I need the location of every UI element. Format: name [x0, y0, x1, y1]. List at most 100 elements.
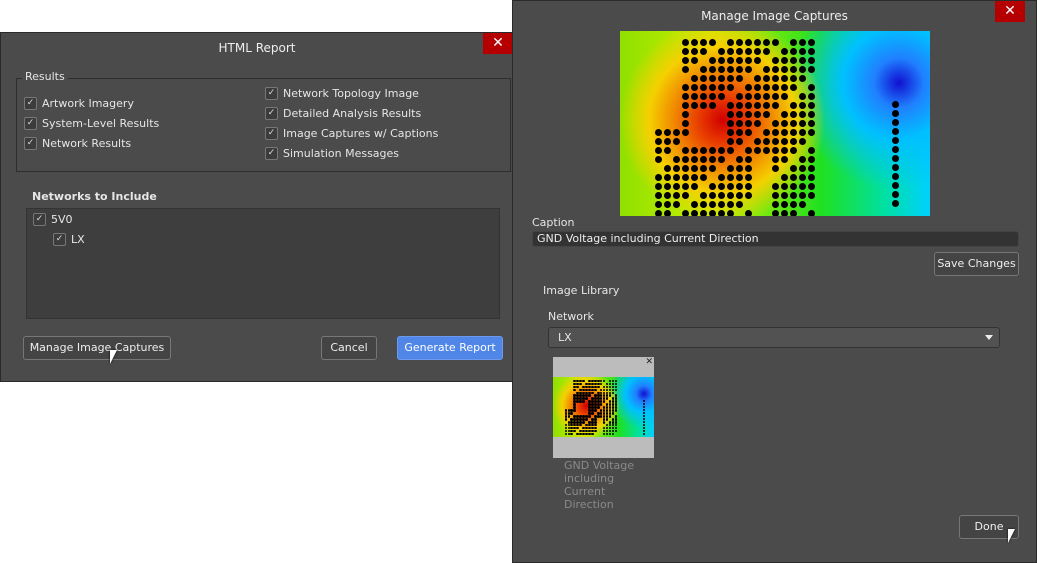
checkbox-simulation-messages[interactable]: ✓ Simulation Messages [265, 147, 399, 160]
via-dot [594, 385, 597, 388]
caption-input[interactable]: GND Voltage including Current Direction [532, 231, 1019, 247]
checkbox-system-level-results[interactable]: ✓ System-Level Results [24, 117, 159, 130]
via-dot [808, 111, 815, 118]
via-dot [745, 57, 752, 64]
via-dot [579, 415, 582, 418]
generate-report-button[interactable]: Generate Report [397, 336, 503, 360]
via-dot [594, 400, 597, 403]
via-dot [564, 415, 567, 418]
thumbnail-close-icon[interactable]: ✕ [645, 357, 653, 367]
via-dot [781, 66, 788, 73]
via-dot [736, 102, 743, 109]
via-dot [718, 75, 725, 82]
via-dot [763, 102, 770, 109]
via-dot [781, 210, 788, 216]
manage-image-captures-button[interactable]: Manage Image Captures [23, 336, 171, 360]
via-dot [642, 420, 646, 424]
checkbox-network-results[interactable]: ✓ Network Results [24, 137, 131, 150]
via-dot [573, 430, 576, 433]
thumbnail-caption: GND Voltage including Current Direction [564, 459, 634, 511]
via-dot [597, 385, 600, 388]
via-dot [582, 418, 585, 421]
checkbox-label: Simulation Messages [283, 147, 400, 160]
via-dot [603, 400, 606, 403]
via-dot [573, 418, 576, 421]
via-dot [591, 430, 594, 433]
via-dot [606, 391, 609, 394]
via-dot [594, 421, 597, 424]
thumbnail-item[interactable]: ✕ [553, 357, 654, 458]
network-select[interactable]: LX [548, 327, 1000, 348]
via-dot [808, 165, 815, 172]
via-dot [591, 421, 594, 424]
tree-item-5v0[interactable]: ✓ 5V0 [33, 213, 73, 226]
via-dot [609, 391, 612, 394]
via-dot [799, 201, 806, 208]
tree-item-lx[interactable]: ✓ LX [53, 233, 85, 246]
via-dot [709, 75, 716, 82]
check-icon: ✓ [24, 97, 37, 110]
checkbox-artwork-imagery[interactable]: ✓ Artwork Imagery [24, 97, 134, 110]
via-dot [763, 84, 770, 91]
via-dot [564, 433, 567, 436]
via-dot [718, 57, 725, 64]
via-dot [700, 75, 707, 82]
via-dot [808, 156, 815, 163]
via-dot [615, 415, 618, 418]
via-dot [727, 138, 734, 145]
save-changes-button[interactable]: Save Changes [934, 252, 1019, 276]
via-dot [892, 155, 899, 162]
checkbox-detailed-analysis-results[interactable]: ✓ Detailed Analysis Results [265, 107, 421, 120]
via-dot [781, 156, 788, 163]
via-dot [579, 424, 582, 427]
via-dot [745, 210, 752, 216]
via-dot [790, 84, 797, 91]
via-dot [606, 427, 609, 430]
via-dot [754, 93, 761, 100]
close-button[interactable]: ✕ [995, 1, 1025, 22]
via-dot [745, 48, 752, 55]
via-dot [606, 418, 609, 421]
via-dot [709, 66, 716, 73]
checkbox-image-captures[interactable]: ✓ Image Captures w/ Captions [265, 127, 438, 140]
via-dot [736, 66, 743, 73]
via-dot [700, 165, 707, 172]
via-dot [673, 201, 680, 208]
via-dot [700, 93, 707, 100]
via-dot [655, 183, 662, 190]
via-dot [594, 403, 597, 406]
via-dot [808, 66, 815, 73]
via-dot [612, 382, 615, 385]
via-dot [576, 433, 579, 436]
via-dot [588, 406, 591, 409]
via-dot [790, 165, 797, 172]
via-dot [609, 388, 612, 391]
via-dot [603, 385, 606, 388]
via-dot [642, 417, 646, 421]
via-dot [588, 415, 591, 418]
via-dot [682, 93, 689, 100]
via-dot [799, 120, 806, 127]
via-dot [585, 382, 588, 385]
via-dot [709, 57, 716, 64]
via-dot [600, 412, 603, 415]
via-dot [763, 93, 770, 100]
via-dot [745, 174, 752, 181]
via-dot [615, 388, 618, 391]
close-button[interactable]: ✕ [483, 33, 513, 54]
cancel-button[interactable]: Cancel [321, 336, 377, 360]
via-dot [727, 66, 734, 73]
via-dot [664, 183, 671, 190]
via-dot [588, 433, 591, 436]
via-dot [582, 433, 585, 436]
via-dot [781, 48, 788, 55]
via-dot [576, 385, 579, 388]
via-dot [603, 391, 606, 394]
via-dot [600, 403, 603, 406]
via-dot [799, 192, 806, 199]
checkbox-network-topology-image[interactable]: ✓ Network Topology Image [265, 87, 419, 100]
via-dot [576, 397, 579, 400]
via-dot [603, 394, 606, 397]
via-dot [579, 433, 582, 436]
via-dot [682, 39, 689, 46]
